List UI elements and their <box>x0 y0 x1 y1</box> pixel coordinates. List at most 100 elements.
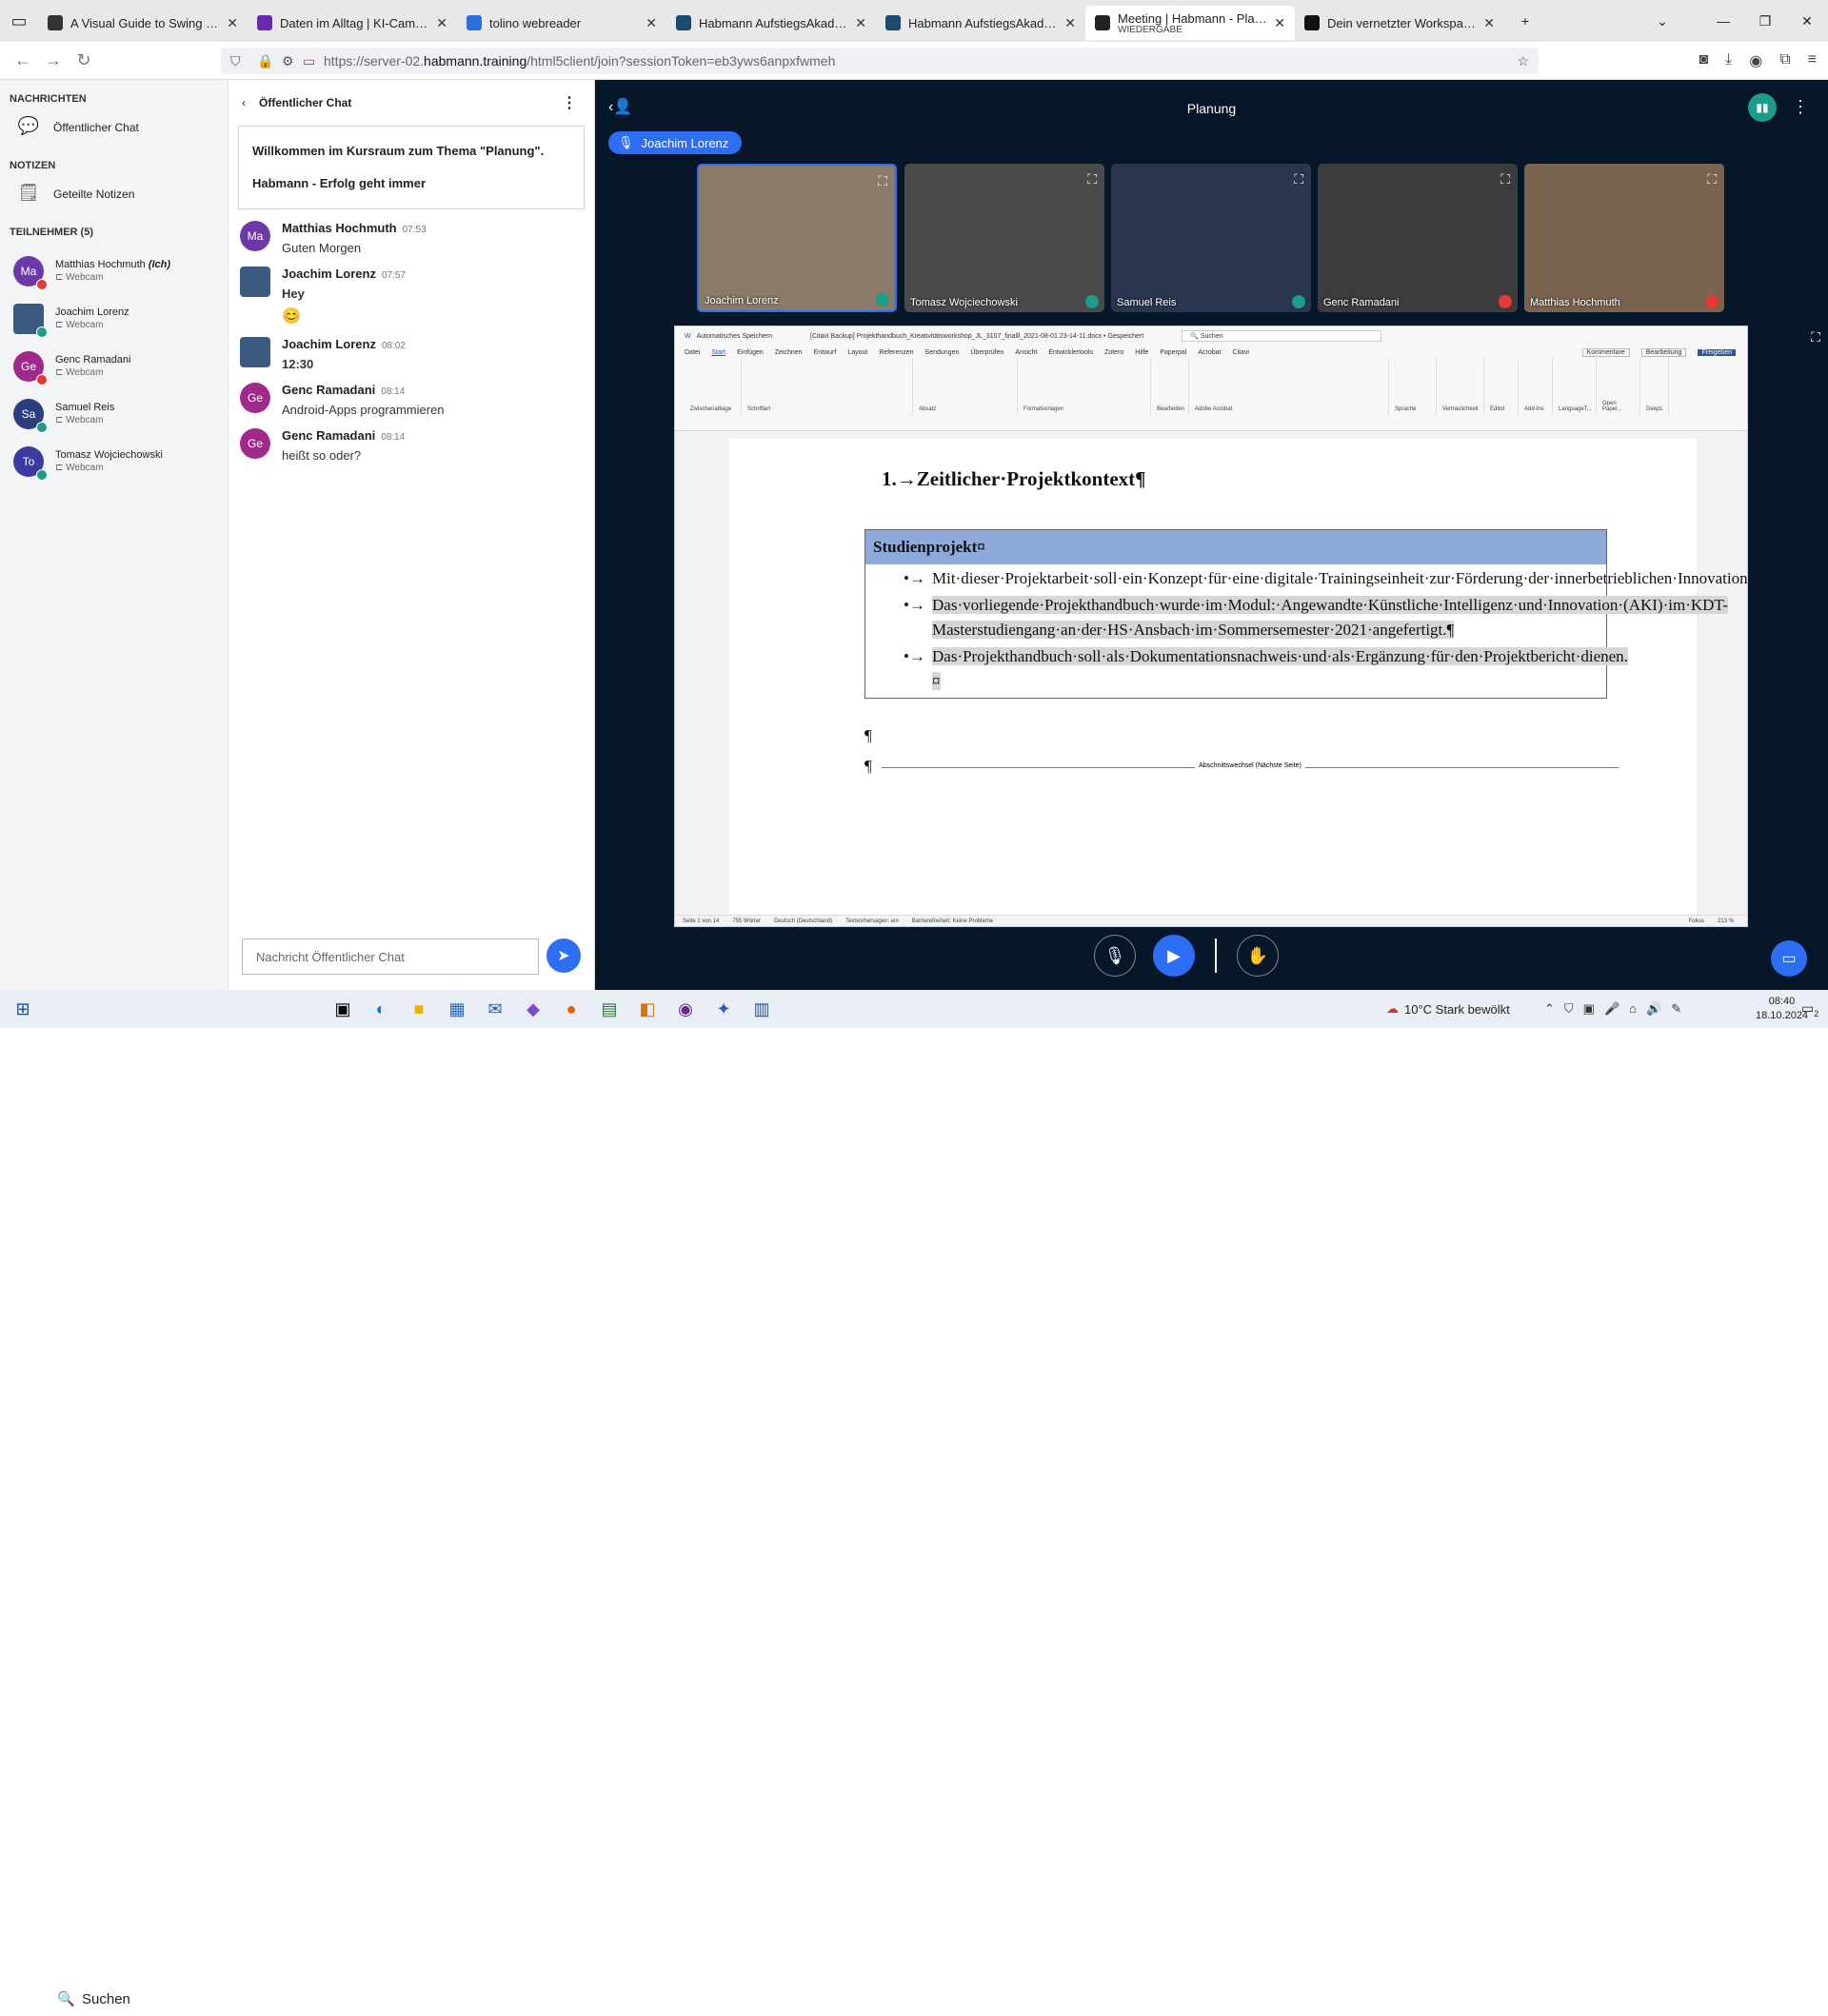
tab-4[interactable]: Habmann AufstiegsAkademie ✕ <box>876 6 1085 40</box>
app-icon[interactable]: ◧ <box>628 990 666 1028</box>
close-icon[interactable]: ✕ <box>646 15 657 31</box>
menu-referenzen[interactable]: Referenzen <box>879 349 913 356</box>
notification-icon[interactable]: ▭2 <box>1801 1000 1818 1018</box>
shared-notes-item[interactable]: 🗒 Geteilte Notizen <box>0 175 228 213</box>
send-button[interactable]: ➤ <box>546 939 581 973</box>
download-icon[interactable]: ⤓ <box>1725 51 1732 70</box>
present-button[interactable]: ▭ <box>1771 940 1807 977</box>
menu-acrobat[interactable]: Acrobat <box>1198 349 1221 356</box>
video-tile[interactable]: ⛶ Joachim Lorenz <box>697 164 897 312</box>
menu-datei[interactable]: Datei <box>685 349 700 356</box>
pen-icon[interactable]: ✎ <box>1671 1001 1681 1017</box>
participant-item[interactable]: To Tomasz Wojciechowski ⊏ Webcam <box>0 438 228 485</box>
public-chat-item[interactable]: 💬 Öffentlicher Chat <box>0 109 228 147</box>
windows-start-icon[interactable]: ⊞ <box>4 990 42 1028</box>
firefox-icon[interactable]: ● <box>552 990 590 1028</box>
extensions-icon[interactable]: ⧉ <box>1779 51 1790 70</box>
task-view-icon[interactable]: ▣ <box>324 990 362 1028</box>
menu-ueberpruefen[interactable]: Überprüfen <box>970 349 1003 356</box>
tab-3[interactable]: Habmann AufstiegsAkademie ✕ <box>666 6 876 40</box>
taskbar-search[interactable]: 🔍 Suchen <box>46 1982 318 2016</box>
minimize-icon[interactable]: — <box>1702 13 1744 29</box>
mail-icon[interactable]: ✉ <box>476 990 514 1028</box>
zoom-level[interactable]: 213 % <box>1718 919 1734 924</box>
chevron-down-icon[interactable]: ⌄ <box>1641 13 1683 30</box>
edge-icon[interactable]: ◐ <box>362 990 400 1028</box>
expand-icon[interactable]: ⛶ <box>1294 171 1303 188</box>
back-icon[interactable]: ← <box>8 50 38 70</box>
camera-sharing-icon[interactable]: ▭ <box>303 53 315 69</box>
lock-icon[interactable]: 🔒 <box>257 53 273 69</box>
menu-sendungen[interactable]: Sendungen <box>925 349 960 356</box>
github-icon[interactable]: ◉ <box>666 990 705 1028</box>
menu-layout[interactable]: Layout <box>847 349 867 356</box>
close-icon[interactable]: ✕ <box>1274 15 1285 31</box>
menu-hilfe[interactable]: Hilfe <box>1135 349 1148 356</box>
participant-item[interactable]: Sa Samuel Reis ⊏ Webcam <box>0 390 228 438</box>
tab-0[interactable]: A Visual Guide to Swing Compo✕ <box>38 6 248 40</box>
connection-status-icon[interactable]: ▮▮ <box>1748 93 1777 122</box>
share-button[interactable]: Freigeben <box>1698 348 1736 356</box>
chevron-up-icon[interactable]: ⌃ <box>1544 1001 1555 1017</box>
close-icon[interactable]: ✕ <box>1064 15 1076 31</box>
account-icon[interactable]: ◉ <box>1749 51 1762 70</box>
menu-icon[interactable]: ≡ <box>1808 51 1817 70</box>
close-icon[interactable]: ✕ <box>436 15 447 31</box>
expand-icon[interactable]: ⛶ <box>1707 171 1717 188</box>
new-tab-icon[interactable]: + <box>1504 13 1546 29</box>
microphone-icon[interactable]: 🎤 <box>1604 1001 1619 1017</box>
raise-hand-button[interactable]: ✋ <box>1237 935 1279 977</box>
window-close-icon[interactable]: ✕ <box>1786 13 1828 30</box>
expand-icon[interactable]: ⛶ <box>1087 171 1097 188</box>
tab-6[interactable]: Dein vernetzter Workspace für W✕ <box>1295 6 1504 40</box>
expand-icon[interactable]: ⛶ <box>878 173 887 189</box>
video-tile[interactable]: ⛶ Matthias Hochmuth <box>1524 164 1724 312</box>
participant-item[interactable]: Joachim Lorenz ⊏ Webcam <box>0 295 228 343</box>
comments-button[interactable]: Kommentare <box>1581 347 1630 357</box>
chevron-left-icon[interactable]: ‹ <box>242 96 246 109</box>
menu-paperpal[interactable]: Paperpal <box>1160 349 1186 356</box>
video-tile[interactable]: ⛶ Samuel Reis <box>1111 164 1311 312</box>
close-icon[interactable]: ✕ <box>227 15 238 31</box>
editing-button[interactable]: Bearbeitung <box>1640 347 1687 357</box>
participant-item[interactable]: Ge Genc Ramadani ⊏ Webcam <box>0 343 228 390</box>
forward-icon[interactable]: → <box>38 50 69 70</box>
menu-einfuegen[interactable]: Einfügen <box>737 349 764 356</box>
file-explorer-icon[interactable]: ■ <box>400 990 438 1028</box>
mute-button[interactable]: 🎙 <box>1094 935 1136 977</box>
volume-icon[interactable]: 🔊 <box>1646 1001 1661 1017</box>
close-icon[interactable]: ✕ <box>1483 15 1495 31</box>
tab-1[interactable]: Daten im Alltag | KI-Campus ✕ <box>248 6 457 40</box>
tab-5-active[interactable]: Meeting | Habmann - Planung WIEDERGABE ✕ <box>1085 6 1295 40</box>
chat-message-input[interactable]: Nachricht Öffentlicher Chat <box>242 939 539 975</box>
menu-start[interactable]: Start <box>711 349 725 356</box>
restore-icon[interactable]: ❐ <box>1744 13 1786 30</box>
close-icon[interactable]: ✕ <box>855 15 866 31</box>
menu-entwurf[interactable]: Entwurf <box>814 349 837 356</box>
reload-icon[interactable]: ↻ <box>69 50 99 70</box>
permissions-icon[interactable]: ⚙ <box>282 53 294 69</box>
app-icon[interactable]: ✦ <box>705 990 743 1028</box>
shield-icon[interactable]: ⛉ <box>230 53 241 69</box>
weather-text[interactable]: 10°C Stark bewölkt <box>1404 1002 1510 1017</box>
spreadsheet-icon[interactable]: ▤ <box>590 990 628 1028</box>
word-icon[interactable]: ▥ <box>743 990 781 1028</box>
network-icon[interactable]: ⌂ <box>1629 1001 1637 1017</box>
fullscreen-icon[interactable]: ⛶ <box>1811 329 1820 346</box>
search-box[interactable]: 🔍 Suchen <box>1182 330 1382 342</box>
menu-zeichnen[interactable]: Zeichnen <box>775 349 803 356</box>
more-options-icon[interactable]: ⋮ <box>562 93 577 112</box>
copilot-icon[interactable]: ◆ <box>514 990 552 1028</box>
more-options-icon[interactable]: ⋮ <box>1792 97 1809 117</box>
bookmark-star-icon[interactable]: ☆ <box>1517 53 1529 69</box>
clock[interactable]: 08:40 18.10.2024 <box>1756 995 1808 1023</box>
store-icon[interactable]: ▦ <box>438 990 476 1028</box>
menu-zotero[interactable]: Zotero <box>1104 349 1123 356</box>
security-icon[interactable]: ⛉ <box>1564 1001 1574 1017</box>
tab-list-icon[interactable]: ▭ <box>0 2 38 40</box>
participant-item[interactable]: Ma Matthias Hochmuth (Ich) ⊏ Webcam <box>0 247 228 295</box>
weather-icon[interactable]: ☁ <box>1386 1001 1399 1017</box>
address-bar[interactable]: ⛉ 🔒 ⚙ ▭ https://server-02. habmann.traini… <box>221 48 1539 74</box>
pocket-icon[interactable]: ◙ <box>1699 51 1709 70</box>
camera-button[interactable]: ▶ <box>1153 935 1195 977</box>
